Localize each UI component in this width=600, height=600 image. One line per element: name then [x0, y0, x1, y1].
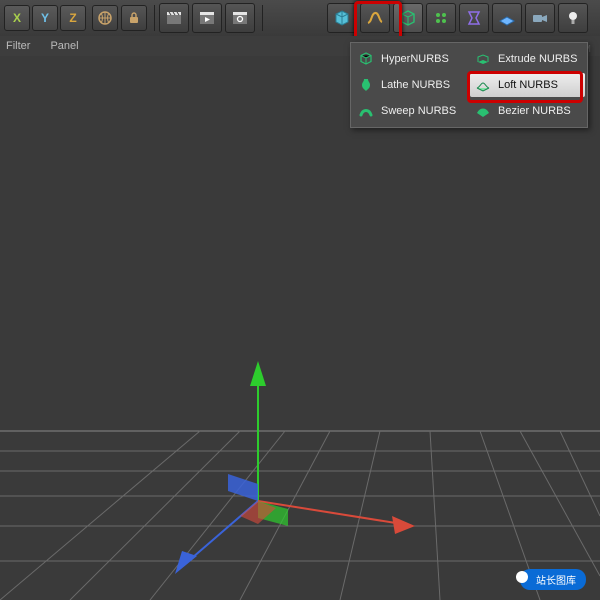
extrude-icon: [474, 50, 492, 68]
nurbs-popup: HyperNURBS Extrude NURBS Lathe NURBS Lof…: [350, 42, 588, 128]
popup-item-label: Lathe NURBS: [381, 79, 450, 91]
cube-icon: [357, 50, 375, 68]
render-view-button[interactable]: [159, 3, 189, 33]
viewport-3d[interactable]: [0, 56, 600, 600]
main-toolbar: X Y Z: [0, 0, 600, 37]
vase-icon: [357, 76, 375, 94]
light-icon: [563, 8, 583, 28]
add-cube-button[interactable]: [327, 3, 357, 33]
world-toggle-button[interactable]: [92, 5, 118, 31]
render-settings-button[interactable]: [225, 3, 255, 33]
clapper-play-icon: [198, 9, 216, 27]
deformer-icon: [464, 8, 484, 28]
sweep-icon: [357, 102, 375, 120]
axis-x-button[interactable]: X: [4, 5, 30, 31]
menu-panel[interactable]: Panel: [50, 40, 78, 52]
badge-label: 站长图库: [536, 572, 576, 587]
add-deformer-button[interactable]: [459, 3, 489, 33]
popup-item-extrude[interactable]: Extrude NURBS: [470, 47, 585, 71]
axis-y-button[interactable]: Y: [32, 5, 58, 31]
popup-item-label: HyperNURBS: [381, 53, 449, 65]
loft-icon: [474, 76, 492, 94]
popup-item-label: Bezier NURBS: [498, 105, 571, 117]
toolbar-separator: [154, 5, 155, 31]
nurbs-cage-icon: [398, 8, 418, 28]
menu-filter[interactable]: Filter: [6, 40, 30, 52]
globe-icon: [97, 10, 113, 26]
viewport-canvas: [0, 56, 600, 600]
bezier-icon: [474, 102, 492, 120]
popup-item-lathe[interactable]: Lathe NURBS: [353, 73, 468, 97]
popup-item-label: Extrude NURBS: [498, 53, 577, 65]
add-array-button[interactable]: [426, 3, 456, 33]
axis-z-button[interactable]: Z: [60, 5, 86, 31]
toolbar-separator: [262, 5, 263, 31]
array-icon: [431, 8, 451, 28]
popup-item-bezier[interactable]: Bezier NURBS: [470, 99, 585, 123]
camera-icon: [530, 8, 550, 28]
spline-icon: [365, 8, 385, 28]
popup-item-label: Sweep NURBS: [381, 105, 456, 117]
popup-item-hypernurbs[interactable]: HyperNURBS: [353, 47, 468, 71]
render-picture-button[interactable]: [192, 3, 222, 33]
floor-icon: [497, 8, 517, 28]
popup-item-label: Loft NURBS: [498, 79, 558, 91]
site-badge: 站长图库: [520, 569, 586, 590]
add-spline-button[interactable]: [360, 3, 390, 33]
add-nurbs-button[interactable]: [393, 3, 423, 33]
lock-toggle-button[interactable]: [121, 5, 147, 31]
lock-icon: [127, 11, 141, 25]
add-camera-button[interactable]: [525, 3, 555, 33]
add-light-button[interactable]: [558, 3, 588, 33]
clapper-icon: [165, 9, 183, 27]
popup-item-loft[interactable]: Loft NURBS: [470, 73, 585, 97]
clapper-gear-icon: [231, 9, 249, 27]
popup-item-sweep[interactable]: Sweep NURBS: [353, 99, 468, 123]
cube-icon: [332, 8, 352, 28]
axis-gizmo: [175, 361, 415, 574]
axis-group: X Y Z: [4, 5, 86, 31]
add-environment-button[interactable]: [492, 3, 522, 33]
